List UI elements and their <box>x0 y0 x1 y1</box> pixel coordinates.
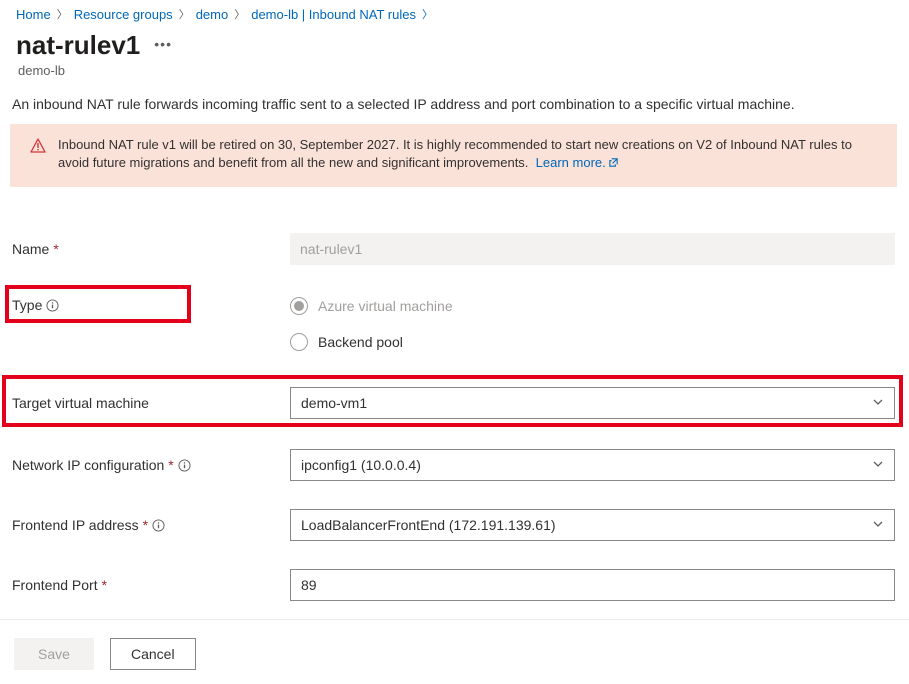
breadcrumb-demo[interactable]: demo <box>196 7 229 22</box>
chevron-down-icon <box>872 395 884 411</box>
chevron-right-icon: 〉 <box>234 6 245 22</box>
name-input <box>290 233 895 265</box>
required-indicator: * <box>168 457 173 473</box>
chevron-right-icon: 〉 <box>57 6 68 22</box>
breadcrumb-demo-lb-nat[interactable]: demo-lb | Inbound NAT rules <box>251 7 416 22</box>
cancel-button[interactable]: Cancel <box>110 638 196 670</box>
type-option-avm: Azure virtual machine <box>290 297 895 315</box>
deprecation-warning-banner: Inbound NAT rule v1 will be retired on 3… <box>10 124 897 187</box>
banner-text: Inbound NAT rule v1 will be retired on 3… <box>58 137 852 170</box>
type-radio-group: Azure virtual machine Backend pool <box>290 293 895 355</box>
type-option-backend-pool[interactable]: Backend pool <box>290 333 895 351</box>
required-indicator: * <box>53 241 58 257</box>
required-indicator: * <box>143 517 148 533</box>
breadcrumb: Home 〉 Resource groups 〉 demo 〉 demo-lb … <box>10 0 897 24</box>
name-label: Name <box>12 241 49 257</box>
info-icon[interactable] <box>152 519 165 532</box>
footer-actions: Save Cancel <box>0 620 909 684</box>
required-indicator: * <box>102 577 107 593</box>
chevron-right-icon: 〉 <box>179 6 190 22</box>
more-actions-icon[interactable]: ••• <box>154 36 172 56</box>
page-subtitle: demo-lb <box>10 61 897 96</box>
chevron-down-icon <box>872 457 884 473</box>
external-link-icon <box>608 155 619 173</box>
frontend-port-label: Frontend Port <box>12 577 98 593</box>
info-icon[interactable] <box>178 459 191 472</box>
target-vm-value: demo-vm1 <box>301 395 367 411</box>
page-description: An inbound NAT rule forwards incoming tr… <box>10 96 897 124</box>
breadcrumb-resource-groups[interactable]: Resource groups <box>74 7 173 22</box>
info-icon[interactable] <box>46 299 59 312</box>
radio-checked-icon <box>290 297 308 315</box>
frontend-ip-select[interactable]: LoadBalancerFrontEnd (172.191.139.61) <box>290 509 895 541</box>
target-vm-select[interactable]: demo-vm1 <box>290 387 895 419</box>
network-ip-label: Network IP configuration <box>12 457 164 473</box>
chevron-down-icon <box>872 517 884 533</box>
warning-icon <box>30 138 46 154</box>
save-button: Save <box>14 638 94 670</box>
breadcrumb-home[interactable]: Home <box>16 7 51 22</box>
page-title: nat-rulev1 <box>16 30 140 61</box>
chevron-right-icon: 〉 <box>422 6 433 22</box>
frontend-ip-label: Frontend IP address <box>12 517 139 533</box>
radio-unchecked-icon <box>290 333 308 351</box>
frontend-ip-value: LoadBalancerFrontEnd (172.191.139.61) <box>301 517 556 533</box>
type-option-bp-label: Backend pool <box>318 334 403 350</box>
type-option-avm-label: Azure virtual machine <box>318 298 453 314</box>
frontend-port-input[interactable] <box>290 569 895 601</box>
network-ip-value: ipconfig1 (10.0.0.4) <box>301 457 421 473</box>
banner-learn-more-link[interactable]: Learn more. <box>536 155 619 170</box>
network-ip-select[interactable]: ipconfig1 (10.0.0.4) <box>290 449 895 481</box>
type-label: Type <box>12 297 42 313</box>
target-vm-label: Target virtual machine <box>12 395 149 411</box>
